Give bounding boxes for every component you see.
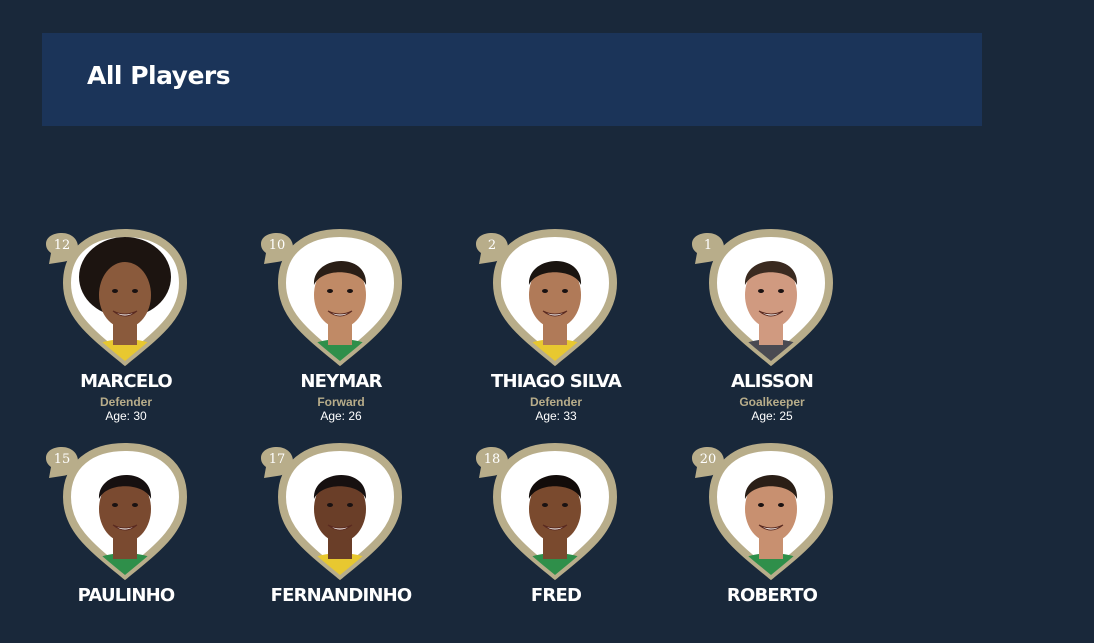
player-name[interactable]: FERNANDINHO [256,585,426,606]
player-card[interactable]: 2 THIAGO SILVA Defender Age: 33 [471,229,641,429]
jersey-number: 10 [268,238,286,253]
player-name[interactable]: NEYMAR [256,371,426,392]
player-position: Defender [529,395,582,409]
player-photo-frame[interactable]: 18 [471,443,641,593]
player-card[interactable]: 15 PAULINHO [41,443,211,643]
player-photo-frame[interactable]: 1 [687,229,857,379]
jersey-number: 1 [703,238,713,253]
player-name[interactable]: ROBERTO [687,585,857,606]
player-position: Forward [317,395,365,409]
player-card[interactable]: 1 ALISSON Goalkeeper Age: 25 [687,229,857,429]
player-photo-frame[interactable]: 12 [41,229,211,379]
jersey-number: 15 [53,452,71,467]
player-name[interactable]: MARCELO [41,371,211,392]
player-position: Goalkeeper [739,395,805,409]
jersey-number: 2 [487,238,497,253]
jersey-number: 18 [483,452,501,467]
player-card[interactable]: 10 NEYMAR Forward Age: 26 [256,229,426,429]
player-name[interactable]: PAULINHO [41,585,211,606]
player-photo-frame[interactable]: 17 [256,443,426,593]
player-age: Age: 33 [535,409,577,423]
player-photo-frame[interactable]: 20 [687,443,857,593]
player-age: Age: 30 [105,409,147,423]
player-photo-frame[interactable]: 10 [256,229,426,379]
jersey-number: 20 [699,452,717,467]
jersey-number: 17 [268,452,286,467]
page-title: All Players [87,61,231,90]
player-photo-frame[interactable]: 2 [471,229,641,379]
player-card[interactable]: 17 FERNANDINHO [256,443,426,643]
player-photo-frame[interactable]: 15 [41,443,211,593]
player-card[interactable]: 12 MARCELO Defender Age: 30 [41,229,211,429]
player-name[interactable]: FRED [471,585,641,606]
player-name[interactable]: ALISSON [687,371,857,392]
player-age: Age: 26 [320,409,362,423]
player-position: Defender [99,395,152,409]
player-card[interactable]: 18 FRED [471,443,641,643]
player-card[interactable]: 20 ROBERTO [687,443,857,643]
player-age: Age: 25 [751,409,793,423]
page-header: All Players [42,33,982,126]
player-name[interactable]: THIAGO SILVA [471,371,641,392]
jersey-number: 12 [53,238,71,253]
